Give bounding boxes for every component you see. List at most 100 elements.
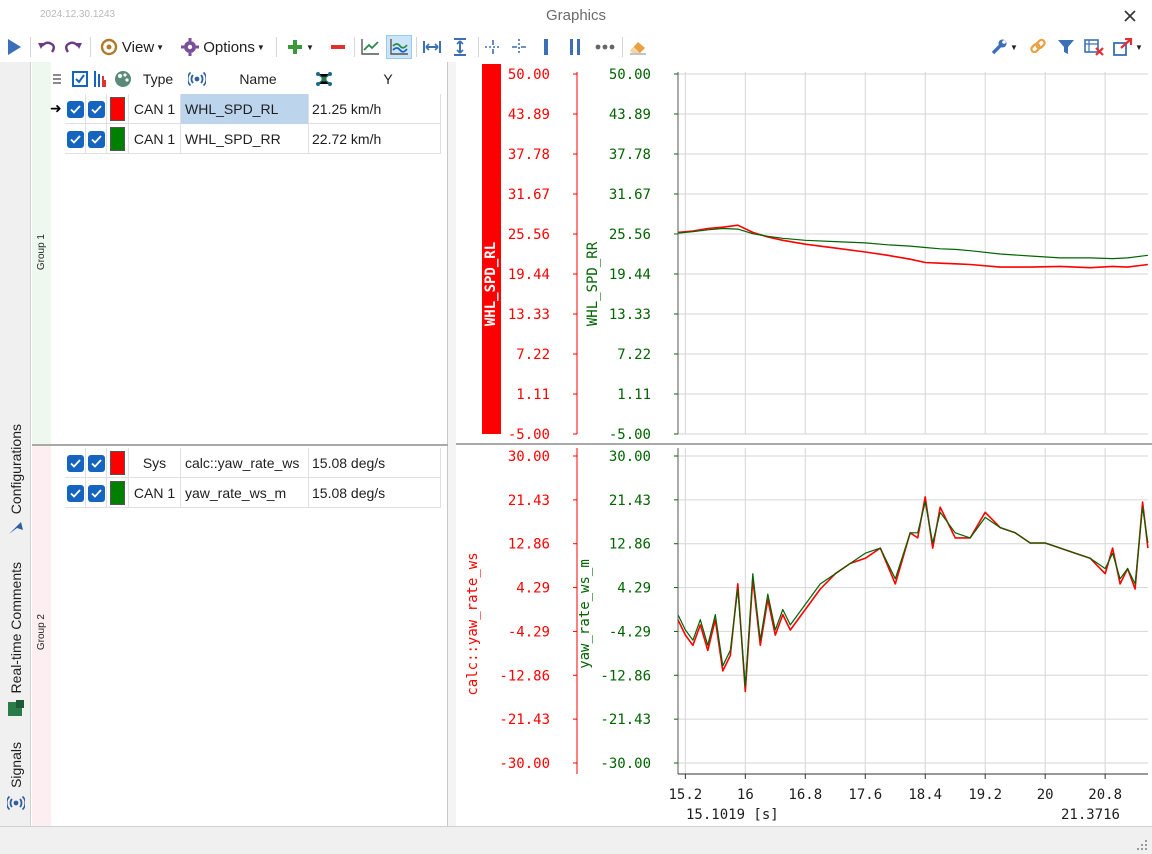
more-cursors-button[interactable] (592, 35, 618, 59)
redo-button[interactable] (62, 35, 84, 59)
row-name[interactable]: WHL_SPD_RR (181, 124, 309, 154)
gear-icon (181, 38, 200, 56)
double-cursor-button[interactable] (564, 35, 586, 59)
row-color-swatch[interactable] (107, 124, 129, 154)
name-column-header[interactable]: Name (212, 66, 304, 92)
row-name[interactable]: WHL_SPD_RL (181, 94, 309, 124)
y-tick-label: 25.56 (609, 227, 651, 243)
options-menu[interactable]: Options ▼ (176, 35, 270, 59)
signal-row[interactable]: CAN 1 WHL_SPD_RR 22.72 km/h (65, 124, 441, 154)
single-cursor-button[interactable] (536, 35, 556, 59)
current-row-arrow-icon: ➜ (50, 100, 62, 116)
y-header-label: Y (383, 71, 393, 87)
y-tick-label: 43.89 (508, 107, 550, 123)
row-checkbox-visible[interactable] (65, 478, 86, 508)
row-checkbox-axis[interactable] (86, 94, 107, 124)
view-menu[interactable]: View ▼ (96, 35, 168, 59)
fit-x-button[interactable] (420, 35, 444, 59)
multi-line-chart-icon (390, 39, 408, 55)
swatch (110, 451, 125, 475)
row-checkbox-visible[interactable] (65, 124, 86, 154)
row-checkbox-axis[interactable] (86, 478, 107, 508)
y-tick-label: -12.86 (600, 668, 651, 684)
play-button[interactable] (4, 35, 24, 59)
y-tick-label: 13.33 (508, 307, 550, 323)
tools-menu[interactable]: ▼ (988, 35, 1020, 59)
y-axis-title: WHL_SPD_RR (585, 241, 601, 326)
row-color-swatch[interactable] (107, 448, 129, 478)
x-tick-label: 20.8 (1088, 787, 1122, 803)
y-tick-label: 1.11 (516, 387, 550, 403)
y-tick-label: -5.00 (609, 427, 651, 443)
group-2-label: Group 2 (36, 613, 47, 651)
row-color-swatch[interactable] (107, 94, 129, 124)
name-header-label: Name (239, 71, 277, 87)
vertical-cursor-icon (512, 39, 526, 55)
resize-grip-icon[interactable] (1136, 839, 1148, 851)
type-column-header[interactable]: Type (136, 66, 180, 92)
list-icon (53, 74, 61, 84)
series-line (677, 501, 1149, 687)
plus-icon (288, 40, 303, 54)
row-checkbox-axis[interactable] (86, 448, 107, 478)
cursor-vertical-button[interactable] (508, 35, 530, 59)
swatch (110, 127, 125, 151)
row-checkbox-axis[interactable] (86, 124, 107, 154)
fit-y-button[interactable] (448, 35, 472, 59)
check-icon (90, 458, 102, 468)
view-icon (100, 38, 118, 56)
group-divider (32, 444, 448, 446)
tab-signals[interactable]: Signals (0, 742, 31, 826)
y-tick-label: -21.43 (499, 712, 550, 728)
single-bar-icon (544, 39, 548, 55)
side-tab-strip: Configurations Real-time Comments Signal… (0, 62, 31, 826)
single-axis-button[interactable] (358, 35, 382, 59)
signal-row[interactable]: CAN 1 WHL_SPD_RL 21.25 km/h (65, 94, 441, 124)
chart-canvas[interactable]: 50.00 43.89 37.78 31.67 25.56 19.44 13.33 7.22 1… (456, 62, 1152, 826)
check-icon (69, 488, 81, 498)
color-column-header[interactable] (114, 66, 132, 92)
fit-vertical-icon (454, 38, 466, 56)
y-column-header[interactable]: Y (338, 66, 438, 92)
y-axis-title: calc::yaw_rate_ws (465, 552, 481, 695)
y-tick-label: 25.56 (508, 227, 550, 243)
signal-row[interactable]: CAN 1 yaw_rate_ws_m 15.08 deg/s (65, 478, 441, 508)
source-column-header[interactable] (188, 66, 208, 92)
y-axis-title: yaw_rate_ws_m (577, 559, 593, 669)
tab-real-time-comments[interactable]: Real-time Comments (0, 562, 31, 738)
value-source-header[interactable] (314, 66, 336, 92)
export-menu[interactable]: ▼ (1110, 35, 1146, 59)
swatch (110, 481, 125, 505)
panel-splitter[interactable] (448, 62, 456, 826)
x-tick-label: 17.6 (848, 787, 882, 803)
clear-filter-button[interactable] (1082, 35, 1106, 59)
remove-signal-button[interactable] (326, 35, 350, 59)
close-button[interactable] (1118, 4, 1142, 28)
select-all-checkbox[interactable] (72, 66, 90, 92)
row-name[interactable]: yaw_rate_ws_m (181, 478, 309, 508)
group-1-label-wrap: Group 1 (32, 212, 51, 292)
undo-icon (38, 41, 55, 53)
check-icon (69, 134, 81, 144)
row-name[interactable]: calc::yaw_rate_ws (181, 448, 309, 478)
axis-column-header[interactable] (92, 66, 110, 92)
y-tick-label: 7.22 (617, 347, 651, 363)
x-tick-label: 19.2 (968, 787, 1002, 803)
filter-icon (1058, 40, 1074, 54)
undo-button[interactable] (36, 35, 58, 59)
tab-configurations[interactable]: Configurations (0, 424, 31, 548)
link-button[interactable] (1026, 35, 1050, 59)
filter-button[interactable] (1054, 35, 1078, 59)
row-menu-icon[interactable] (52, 66, 64, 92)
cursor-horizontal-button[interactable] (482, 35, 504, 59)
clear-button[interactable] (626, 35, 650, 59)
row-checkbox-visible[interactable] (65, 448, 86, 478)
add-signal-button[interactable]: ▼ (282, 35, 318, 59)
row-checkbox-visible[interactable] (65, 94, 86, 124)
signal-row[interactable]: Sys calc::yaw_rate_ws 15.08 deg/s (65, 448, 441, 478)
row-color-swatch[interactable] (107, 478, 129, 508)
y-tick-label: 12.86 (508, 537, 550, 553)
multi-axis-button[interactable] (386, 35, 412, 59)
row-type: Sys (129, 448, 181, 478)
x-range-start-label: 15.1019 [s] (686, 807, 779, 823)
